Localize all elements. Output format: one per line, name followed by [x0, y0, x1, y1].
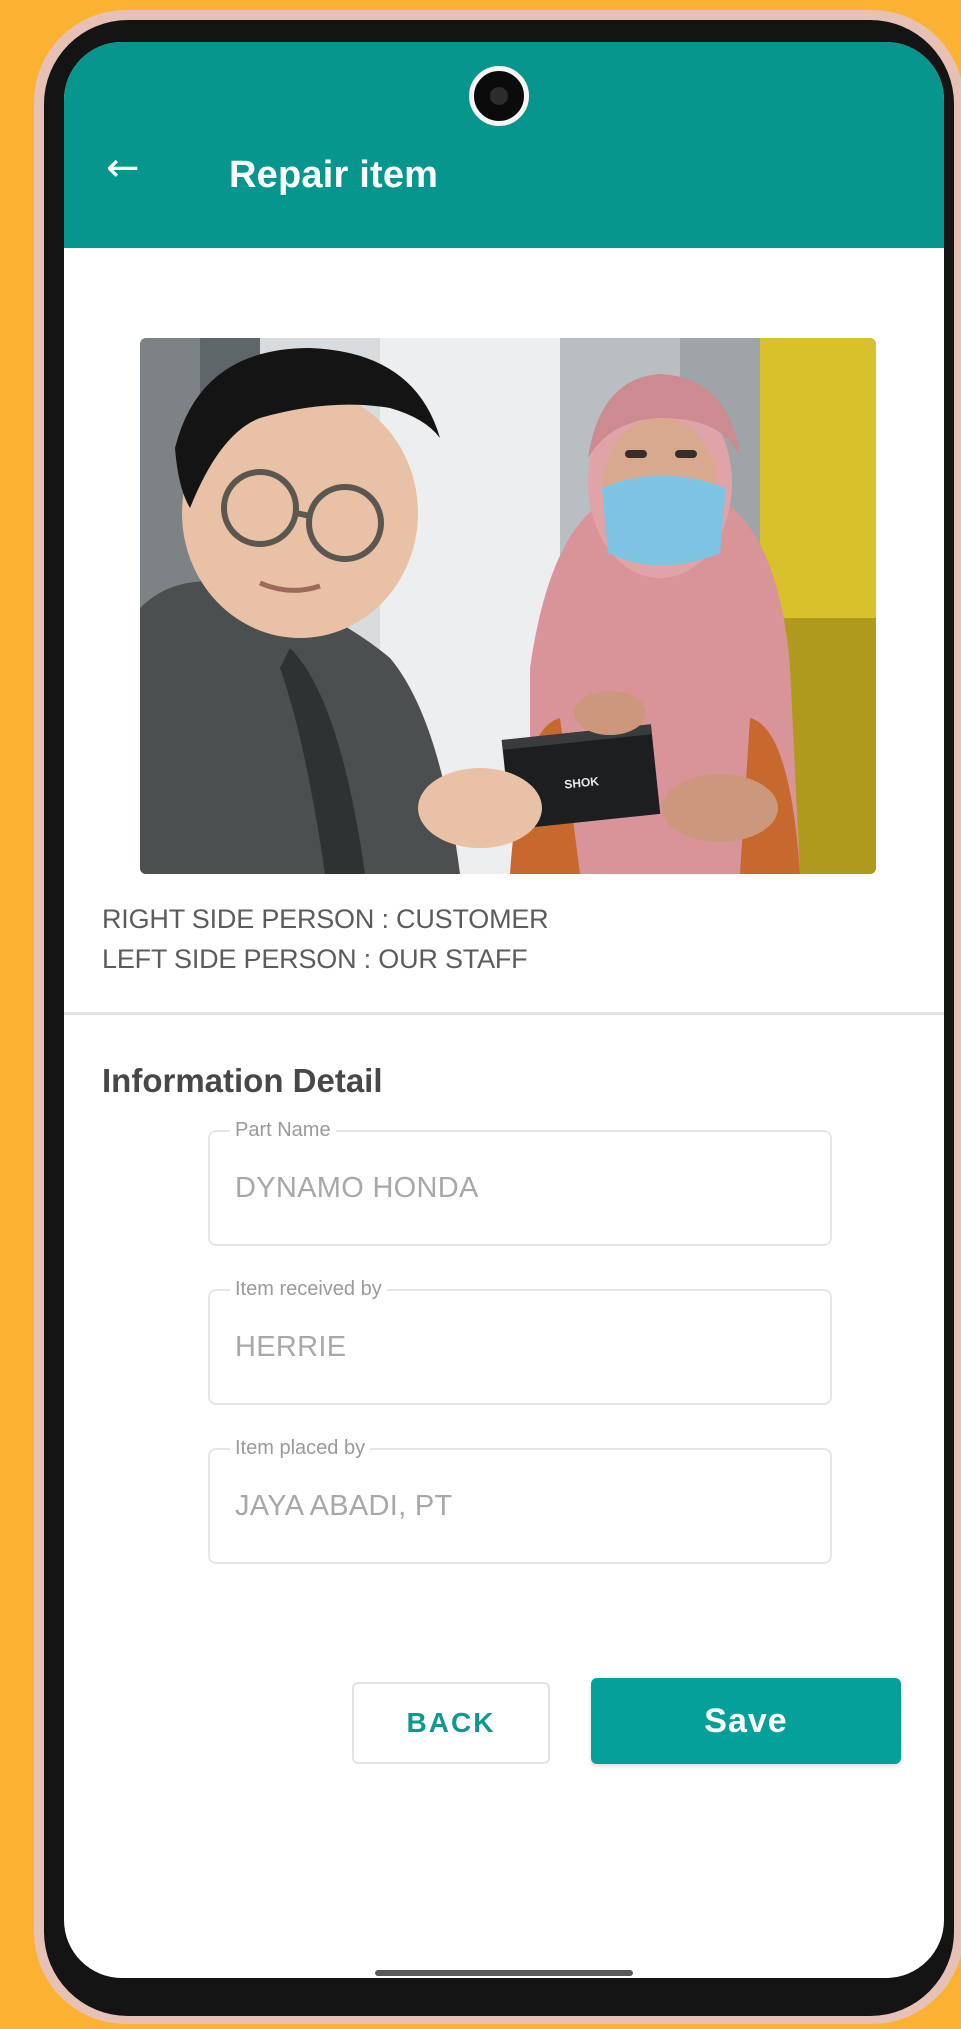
item-placed-by-label: Item placed by [230, 1437, 371, 1460]
arrow-left-icon[interactable]: ← [106, 148, 140, 188]
item-placed-by-field[interactable]: Item placed by JAYA ABADI, PT [208, 1437, 832, 1564]
item-received-by-label: Item received by [230, 1278, 387, 1301]
item-received-by-field[interactable]: Item received by HERRIE [208, 1278, 832, 1405]
front-camera-icon [469, 66, 529, 126]
photo-caption-customer: RIGHT SIDE PERSON : CUSTOMER [102, 904, 549, 934]
photo-caption-staff: LEFT SIDE PERSON : OUR STAFF [102, 944, 528, 974]
part-name-field[interactable]: Part Name DYNAMO HONDA [208, 1119, 832, 1246]
repair-photo: SHOK [140, 338, 876, 874]
page-title: Repair item [229, 154, 439, 196]
item-placed-by-value: JAYA ABADI, PT [235, 1490, 453, 1522]
section-divider [64, 1012, 944, 1015]
back-button[interactable]: BACK [352, 1682, 550, 1764]
section-title: Information Detail [102, 1062, 383, 1099]
part-name-label: Part Name [230, 1119, 336, 1142]
part-name-value: DYNAMO HONDA [235, 1172, 479, 1204]
save-button[interactable]: Save [591, 1678, 901, 1764]
app-screen: ← Repair item SHOK RIGHT SIDE PERSON: C… [64, 42, 944, 1978]
home-indicator[interactable] [375, 1970, 633, 1976]
item-received-by-value: HERRIE [235, 1331, 347, 1363]
app-bar: ← Repair item [64, 42, 944, 248]
